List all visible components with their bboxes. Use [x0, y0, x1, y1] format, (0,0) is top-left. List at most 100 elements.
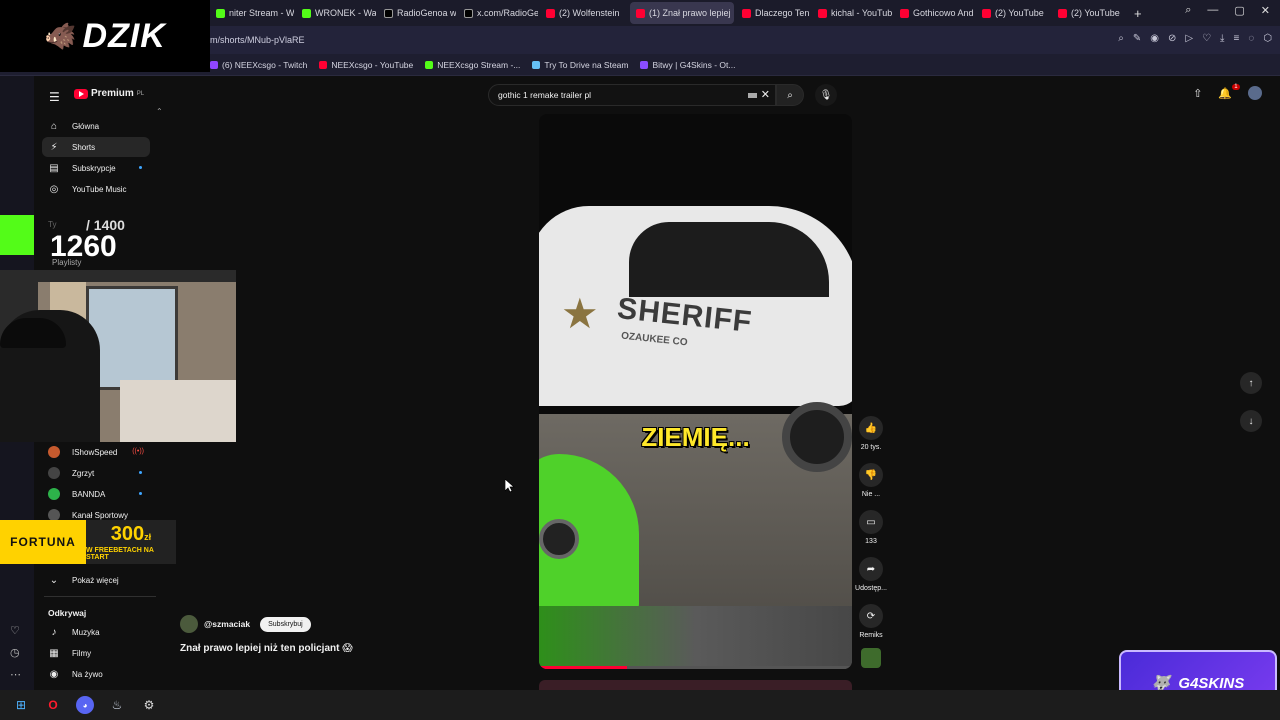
youtube-icon	[1058, 8, 1067, 18]
nav-music[interactable]: ♪ Muzyka	[42, 622, 150, 642]
browser-tab[interactable]: WRONEK - Watc	[296, 2, 376, 24]
counter-you-label: Ty	[48, 220, 57, 229]
subscription-zgrzyt[interactable]: Zgrzyt	[42, 463, 150, 483]
boar-icon: 🐗	[44, 20, 77, 51]
search-tabs-icon[interactable]: ⌕	[1185, 4, 1191, 17]
camera-icon[interactable]: ◉	[1150, 33, 1159, 44]
show-more-label: Pokaż więcej	[72, 575, 119, 585]
action-label: Remiks	[859, 632, 883, 639]
hamburger-menu-icon[interactable]: ☰	[49, 90, 60, 104]
nav-live[interactable]: ◉ Na żywo	[42, 664, 150, 684]
clear-search-icon[interactable]: ✕	[761, 88, 770, 101]
nav-films[interactable]: ▦ Filmy	[42, 643, 150, 663]
dislike-button[interactable]: 👎 Nie ...	[856, 463, 886, 498]
notifications-icon[interactable]: 🔔 1	[1218, 83, 1240, 100]
minimize-icon[interactable]: —	[1207, 4, 1218, 17]
voice-search-button[interactable]: 🎙	[815, 84, 837, 106]
x-icon	[384, 8, 393, 18]
browser-tab[interactable]: Gothicowo Andr	[894, 2, 974, 24]
url-field[interactable]: m/shorts/MNub-pVlaRE	[210, 35, 305, 45]
video-progress-bar[interactable]	[539, 666, 852, 669]
history-icon[interactable]: ◷	[10, 646, 20, 659]
browser-tab[interactable]: (1) Znał prawo lepiej	[630, 2, 734, 24]
channel-handle[interactable]: @szmaciak	[204, 619, 250, 629]
show-more-button[interactable]: ⌄ Pokaż więcej	[42, 570, 150, 590]
tab-label: x.com/RadioGen	[477, 8, 538, 18]
fortuna-currency: zł	[144, 531, 152, 542]
bookmark-label: (6) NEEXcsgo - Twitch	[222, 59, 308, 70]
bookmark-item[interactable]: Bitwy | G4Skins - Ot...	[640, 60, 735, 70]
channel-label: Zgrzyt	[72, 468, 95, 478]
remix-button[interactable]: ⟳ Remiks	[856, 604, 886, 639]
maximize-icon[interactable]: ▢	[1234, 4, 1244, 17]
share-button[interactable]: ➦ Udostęp...	[855, 557, 887, 592]
music-icon: ◎	[49, 183, 59, 195]
keyboard-icon[interactable]	[748, 93, 757, 98]
heart-icon[interactable]: ♡	[10, 624, 20, 637]
more-icon[interactable]: ⋯	[10, 668, 21, 681]
nav-subscriptions[interactable]: ▤ Subskrypcje	[42, 158, 150, 178]
tab-label: (2) YouTube	[1071, 8, 1120, 18]
bookmark-item[interactable]: (6) NEEXcsgo - Twitch	[210, 60, 307, 70]
like-button[interactable]: 👍 20 tys.	[856, 416, 886, 451]
notification-badge: 1	[1232, 83, 1240, 90]
shorts-video-player[interactable]: ★ SHERIFF OZAUKEE CO ZIEMIĘ...	[539, 114, 852, 669]
heart-icon[interactable]: ♡	[1202, 33, 1211, 44]
subscription-ishowspeed[interactable]: IShowSpeed ((•))	[42, 442, 150, 462]
nav-home[interactable]: ⌂ Główna	[42, 116, 150, 136]
search-icon[interactable]: ⌕	[1118, 33, 1124, 44]
nav-shorts[interactable]: ⚡ Shorts	[42, 137, 150, 157]
adblock-icon[interactable]: ⊘	[1168, 33, 1176, 44]
bookmark-item[interactable]: NEEXcsgo Stream -...	[425, 60, 520, 70]
download-icon[interactable]: ⤓	[1220, 33, 1224, 44]
nav-label: Subskrypcje	[72, 163, 116, 173]
logo-text: Premium	[91, 88, 134, 99]
nav-youtube-music[interactable]: ◎ YouTube Music	[42, 179, 150, 199]
header-actions: ⇧ 🔔 1	[1193, 83, 1262, 100]
next-video-peek[interactable]	[539, 680, 852, 690]
video-title[interactable]: Znał prawo lepiej niż ten policjant 😱	[180, 643, 353, 654]
subscribe-button[interactable]: Subskrybuj	[260, 616, 311, 632]
comment-button[interactable]: ▭ 133	[856, 510, 886, 545]
search-button[interactable]: ⌕	[776, 84, 804, 106]
new-tab-button[interactable]: +	[1134, 6, 1142, 21]
browser-tab[interactable]: x.com/RadioGen	[458, 2, 538, 24]
bookmark-label: NEEXcsgo - YouTube	[331, 59, 414, 70]
previous-short-button[interactable]: ↑	[1240, 372, 1262, 394]
browser-tab[interactable]: RadioGenoa w si	[378, 2, 456, 24]
next-short-button[interactable]: ↓	[1240, 410, 1262, 432]
opera-gx-icon[interactable]: O	[44, 696, 62, 714]
play-icon[interactable]: ▷	[1185, 33, 1193, 44]
close-window-icon[interactable]: ✕	[1261, 4, 1270, 17]
windows-taskbar: ⊞ O ◕ ♨ ⚙	[0, 690, 1280, 720]
app-icon[interactable]: ⚙	[140, 696, 158, 714]
music-note-icon: ♪	[51, 626, 57, 638]
menu-icon[interactable]: ≡	[1233, 33, 1239, 44]
extension-icon[interactable]: ⬡	[1263, 33, 1272, 44]
browser-tab[interactable]: (2) Wolfenstein	[540, 2, 628, 24]
browser-tab[interactable]: (2) YouTube	[1052, 2, 1126, 24]
bookmark-item[interactable]: NEEXcsgo - YouTube	[319, 60, 413, 70]
channel-avatar[interactable]	[180, 615, 198, 633]
scroll-up-icon[interactable]: ⌃	[156, 107, 163, 116]
profile-icon[interactable]: ◌	[1248, 33, 1254, 44]
logo-region: PL	[136, 90, 145, 97]
youtube-premium-logo[interactable]: Premium PL	[74, 88, 144, 99]
browser-tab[interactable]: Dlaczego Ten Yo	[736, 2, 810, 24]
fortuna-promo-text: W FREEBETACH NA START	[86, 546, 154, 561]
browser-tab[interactable]: kichal - YouTube	[812, 2, 892, 24]
audio-thumbnail[interactable]	[861, 648, 881, 668]
video-fuel-cap	[539, 519, 579, 559]
browser-tab[interactable]: niter Stream - W	[210, 2, 294, 24]
edit-icon[interactable]: ✎	[1133, 33, 1141, 44]
browser-tab[interactable]: (2) YouTube	[976, 2, 1050, 24]
subscription-bannda[interactable]: BANNDA	[42, 484, 150, 504]
upload-icon[interactable]: ⇧	[1193, 87, 1202, 100]
search-input[interactable]: gothic 1 remake trailer pl ✕	[488, 84, 776, 106]
discord-icon[interactable]: ◕	[76, 696, 94, 714]
bookmark-item[interactable]: Try To Drive na Steam	[532, 60, 628, 70]
steam-icon[interactable]: ♨	[108, 696, 126, 714]
avatar[interactable]	[1248, 86, 1262, 100]
windows-start-icon[interactable]: ⊞	[12, 696, 30, 714]
cursor-arrow-icon	[504, 478, 515, 493]
